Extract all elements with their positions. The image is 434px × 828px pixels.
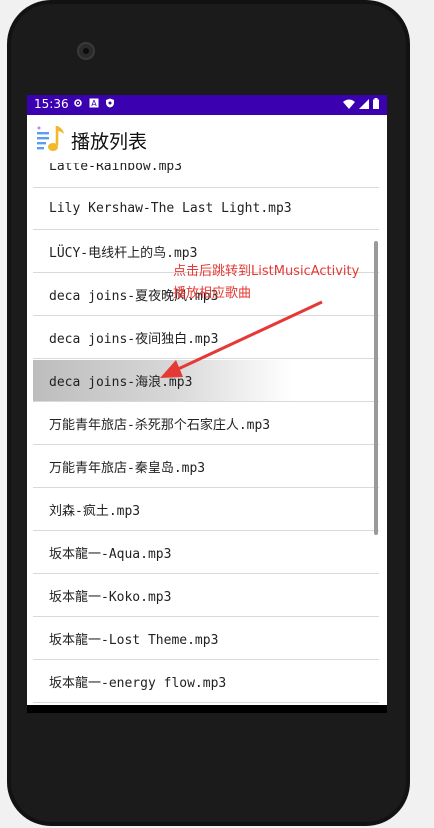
list-item[interactable]: Lily Kershaw-The Last Light.mp3 — [33, 188, 379, 230]
status-bar: 15:36 A — [27, 95, 387, 115]
list-item[interactable]: Latte-Rainbow.mp3 — [33, 163, 379, 188]
song-title: Lily Kershaw-The Last Light.mp3 — [49, 201, 292, 216]
list-item[interactable]: 万能青年旅店-杀死那个石家庄人.mp3 — [33, 403, 379, 445]
app-bar: 播放列表 — [27, 115, 387, 163]
gear-icon — [74, 99, 82, 107]
song-title: deca joins-夜间独白.mp3 — [49, 332, 219, 347]
app-screen: 15:36 A 播放列表 Latte-Rainbow.mp3 Lily Kers… — [27, 95, 387, 713]
svg-text:A: A — [91, 99, 97, 108]
playlist[interactable]: Latte-Rainbow.mp3 Lily Kershaw-The Last … — [33, 163, 379, 713]
list-item[interactable]: 刘森-疯土.mp3 — [33, 489, 379, 531]
song-title: 万能青年旅店-杀死那个石家庄人.mp3 — [49, 418, 271, 433]
song-title: Latte-Rainbow.mp3 — [49, 163, 183, 174]
list-item[interactable]: deca joins-夜间独白.mp3 — [33, 317, 379, 359]
a-icon: A — [89, 98, 99, 108]
status-icons-left: A — [73, 98, 115, 108]
navigation-bar — [27, 705, 387, 713]
status-icons-right — [343, 98, 379, 109]
music-note-list-icon — [37, 126, 64, 151]
signal-icon — [359, 98, 369, 109]
annotation-line-2: 播放相应歌曲 — [173, 286, 252, 301]
song-title: deca joins-海浪.mp3 — [49, 375, 193, 390]
battery-icon — [373, 98, 379, 109]
annotation-note: 点击后跳转到ListMusicActivity 播放相应歌曲 — [173, 261, 383, 305]
list-item-pressed[interactable]: deca joins-海浪.mp3 — [33, 360, 379, 402]
list-item[interactable]: 坂本龍一-Lost Theme.mp3 — [33, 618, 379, 660]
page-title: 播放列表 — [71, 131, 148, 153]
list-item[interactable]: 万能青年旅店-秦皇岛.mp3 — [33, 446, 379, 488]
song-title: 刘森-疯土.mp3 — [49, 504, 141, 519]
list-item[interactable]: 坂本龍一-Aqua.mp3 — [33, 532, 379, 574]
front-camera — [77, 42, 95, 60]
song-title: 坂本龍一-energy flow.mp3 — [49, 676, 227, 691]
annotation-line-1: 点击后跳转到ListMusicActivity — [173, 264, 360, 279]
song-title: 坂本龍一-Lost Theme.mp3 — [49, 633, 219, 648]
song-title: 万能青年旅店-秦皇岛.mp3 — [49, 461, 206, 476]
list-item[interactable]: 坂本龍一-Koko.mp3 — [33, 575, 379, 617]
song-title: 坂本龍一-Koko.mp3 — [49, 590, 172, 605]
song-title: LÜCY-电线杆上的鸟.mp3 — [49, 246, 198, 261]
status-time: 15:36 — [34, 97, 69, 111]
list-item[interactable]: 坂本龍一-energy flow.mp3 — [33, 661, 379, 703]
song-title: 坂本龍一-Aqua.mp3 — [49, 547, 172, 562]
shield-icon — [106, 98, 114, 108]
wifi-icon — [343, 99, 355, 109]
